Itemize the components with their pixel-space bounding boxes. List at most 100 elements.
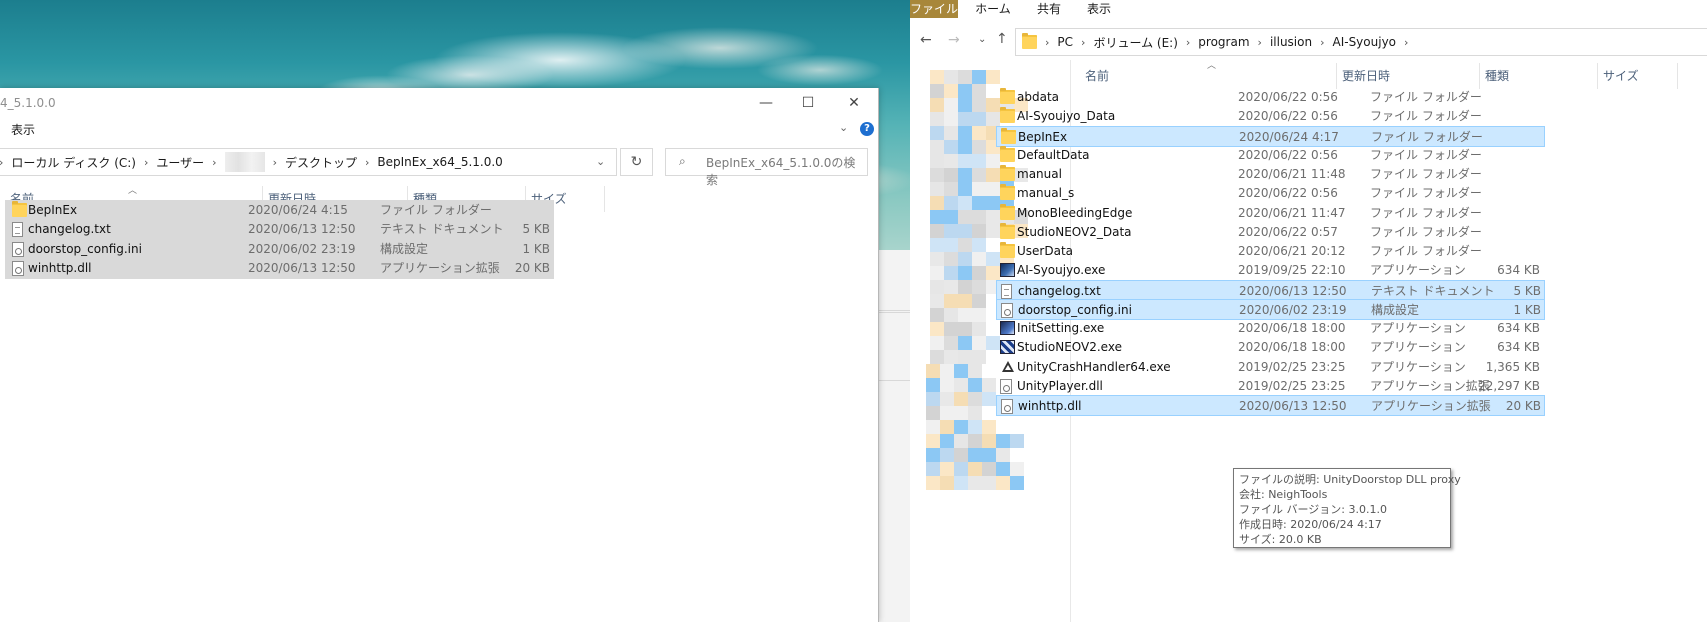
refresh-button[interactable]: ↻ — [620, 148, 653, 176]
redacted-pixel-block — [930, 280, 944, 294]
breadcrumb-illusion[interactable]: illusion — [1270, 35, 1312, 49]
redacted-pixel-block — [954, 434, 968, 448]
file-row[interactable]: StudioNEOV2.exe 2020/06/18 18:00 アプリケーション 6… — [996, 337, 1545, 358]
redacted-pixel-block — [958, 308, 972, 322]
redacted-pixel-block — [958, 266, 972, 280]
file-row[interactable]: changelog.txt 2020/06/13 12:50 テキスト ドキュメント… — [5, 219, 554, 241]
redacted-pixel-block — [944, 70, 958, 84]
file-size: 1 KB — [522, 241, 550, 256]
close-button[interactable]: ✕ — [834, 90, 874, 116]
file-row[interactable]: doorstop_config.ini 2020/06/02 23:19 構成設定 1… — [996, 298, 1545, 320]
ribbon-tab-home[interactable]: ホーム — [972, 0, 1014, 18]
redacted-pixel-block — [926, 378, 940, 392]
breadcrumb-separator-icon: › — [143, 155, 149, 169]
redacted-pixel-block — [926, 462, 940, 476]
file-name: StudioNEOV2_Data — [1017, 224, 1132, 239]
breadcrumb-current-folder[interactable]: BepInEx_x64_5.1.0.0 — [377, 155, 502, 169]
modified-date: 2020/06/24 4:15 — [248, 203, 348, 217]
redacted-pixel-block — [930, 140, 944, 154]
menu-view[interactable]: 表示 — [11, 121, 35, 138]
title-bar[interactable]: 4_5.1.0.0 — ☐ ✕ — [0, 88, 878, 118]
file-size: 22,297 KB — [1478, 378, 1540, 393]
file-row[interactable]: AI-Syoujyo_Data 2020/06/22 0:56 ファイル フォルダー — [996, 106, 1545, 127]
file-row[interactable]: manual_s 2020/06/22 0:56 ファイル フォルダー — [996, 183, 1545, 204]
file-name: manual — [1017, 167, 1062, 181]
redacted-pixel-block — [930, 70, 944, 84]
column-header-size[interactable]: サイズ — [1598, 63, 1678, 89]
search-placeholder: BepInEx_x64_5.1.0.0の検索 — [706, 156, 856, 187]
breadcrumb-desktop[interactable]: デスクトップ — [285, 154, 357, 171]
redacted-pixel-block — [958, 350, 972, 364]
file-row[interactable]: BepInEx 2020/06/24 4:17 ファイル フォルダー — [996, 125, 1545, 147]
breadcrumb-local-disk[interactable]: ローカル ディスク (C:) — [11, 154, 136, 171]
redacted-pixel-block — [944, 308, 958, 322]
help-icon[interactable]: ? — [860, 122, 874, 136]
breadcrumb-users[interactable]: ユーザー — [156, 154, 204, 171]
file-row[interactable]: AI-Syoujyo.exe 2019/09/25 22:10 アプリケーション 63… — [996, 260, 1545, 281]
address-bar[interactable]: › PC › ボリューム (E:) › program › illusion ›… — [1015, 28, 1707, 56]
breadcrumb-volume-e[interactable]: ボリューム (E:) — [1093, 34, 1177, 51]
column-header-date[interactable]: 更新日時 — [1337, 63, 1480, 89]
breadcrumb-program[interactable]: program — [1198, 35, 1249, 49]
file-size — [1436, 183, 1540, 204]
file-row[interactable]: BepInEx 2020/06/24 4:15 ファイル フォルダー — [5, 200, 554, 221]
address-history-dropdown-icon[interactable]: ⌄ — [596, 155, 605, 168]
file-row[interactable]: changelog.txt 2020/06/13 12:50 テキスト ドキュメント… — [996, 279, 1545, 301]
file-name: InitSetting.exe — [1017, 321, 1105, 335]
address-bar[interactable]: › ローカル ディスク (C:) › ユーザー › › デスクトップ › Bep… — [0, 148, 617, 176]
redacted-pixel-block — [930, 266, 944, 280]
column-header-name[interactable]: 名前 — [1080, 63, 1337, 89]
breadcrumb-pc[interactable]: PC — [1057, 35, 1073, 49]
breadcrumb-username-redacted[interactable] — [224, 152, 265, 172]
ribbon-tab-share[interactable]: 共有 — [1034, 0, 1064, 18]
file-name: doorstop_config.ini — [28, 241, 142, 256]
maximize-button[interactable]: ☐ — [788, 90, 828, 116]
minimize-button[interactable]: — — [746, 90, 786, 116]
breadcrumb-current-folder[interactable]: AI-Syoujyo — [1332, 35, 1396, 49]
ribbon-expand-icon[interactable]: ⌄ — [839, 121, 848, 134]
redacted-pixel-block — [958, 126, 972, 140]
file-name: UserData — [1017, 244, 1074, 258]
file-row[interactable]: winhttp.dll 2020/06/13 12:50 アプリケーション拡張 20 … — [5, 257, 554, 279]
dll-file-icon — [12, 260, 24, 276]
file-row[interactable]: StudioNEOV2_Data 2020/06/22 0:57 ファイル フォルダ… — [996, 222, 1545, 243]
search-input[interactable]: ⌕ BepInEx_x64_5.1.0.0の検索 — [665, 148, 868, 187]
back-arrow-icon[interactable]: ← — [920, 32, 932, 48]
redacted-pixel-block — [958, 154, 972, 168]
redacted-pixel-block — [940, 392, 954, 406]
file-row[interactable]: UnityCrashHandler64.exe 2019/02/25 23:25 ア… — [996, 357, 1545, 378]
redacted-pixel-block — [954, 476, 968, 490]
file-row[interactable]: UnityPlayer.dll 2019/02/25 23:25 アプリケーション拡… — [996, 376, 1545, 397]
file-row[interactable]: doorstop_config.ini 2020/06/02 23:19 構成設定 1… — [5, 238, 554, 260]
file-row[interactable]: manual 2020/06/21 11:48 ファイル フォルダー — [996, 164, 1545, 185]
file-row[interactable]: UserData 2020/06/21 20:12 ファイル フォルダー — [996, 241, 1545, 262]
ribbon-tab-view[interactable]: 表示 — [1084, 0, 1114, 18]
file-row[interactable]: MonoBleedingEdge 2020/06/21 11:47 ファイル フォル… — [996, 203, 1545, 224]
redacted-pixel-block — [944, 98, 958, 112]
redacted-pixel-block — [954, 420, 968, 434]
redacted-pixel-block — [930, 98, 944, 112]
forward-arrow-icon[interactable]: → — [948, 32, 960, 48]
column-header-type[interactable]: 種類 — [1480, 63, 1598, 89]
file-row[interactable]: winhttp.dll 2020/06/13 12:50 アプリケーション拡張 20 … — [996, 395, 1545, 416]
up-arrow-icon[interactable]: ↑ — [996, 31, 1008, 47]
file-row[interactable]: DefaultData 2020/06/22 0:56 ファイル フォルダー — [996, 145, 1545, 166]
redacted-pixel-block — [1010, 434, 1024, 448]
ribbon-tab-file[interactable]: ファイル — [910, 0, 958, 18]
redacted-pixel-block — [940, 434, 954, 448]
folder-icon — [12, 201, 27, 217]
redacted-pixel-block — [972, 98, 986, 112]
redacted-pixel-block — [944, 238, 958, 252]
file-name: winhttp.dll — [28, 260, 92, 275]
redacted-pixel-block — [926, 364, 940, 378]
redacted-pixel-block — [926, 434, 940, 448]
redacted-pixel-block — [926, 476, 940, 490]
redacted-pixel-block — [940, 476, 954, 490]
file-row[interactable]: abdata 2020/06/22 0:56 ファイル フォルダー — [996, 87, 1545, 108]
redacted-pixel-block — [972, 336, 986, 350]
file-name: AI-Syoujyo.exe — [1017, 263, 1106, 278]
redacted-pixel-block — [968, 462, 982, 476]
recent-locations-icon[interactable]: ⌄ — [978, 34, 986, 45]
file-row[interactable]: InitSetting.exe 2020/06/18 18:00 アプリケーション 6… — [996, 318, 1545, 339]
redacted-pixel-block — [972, 322, 986, 336]
